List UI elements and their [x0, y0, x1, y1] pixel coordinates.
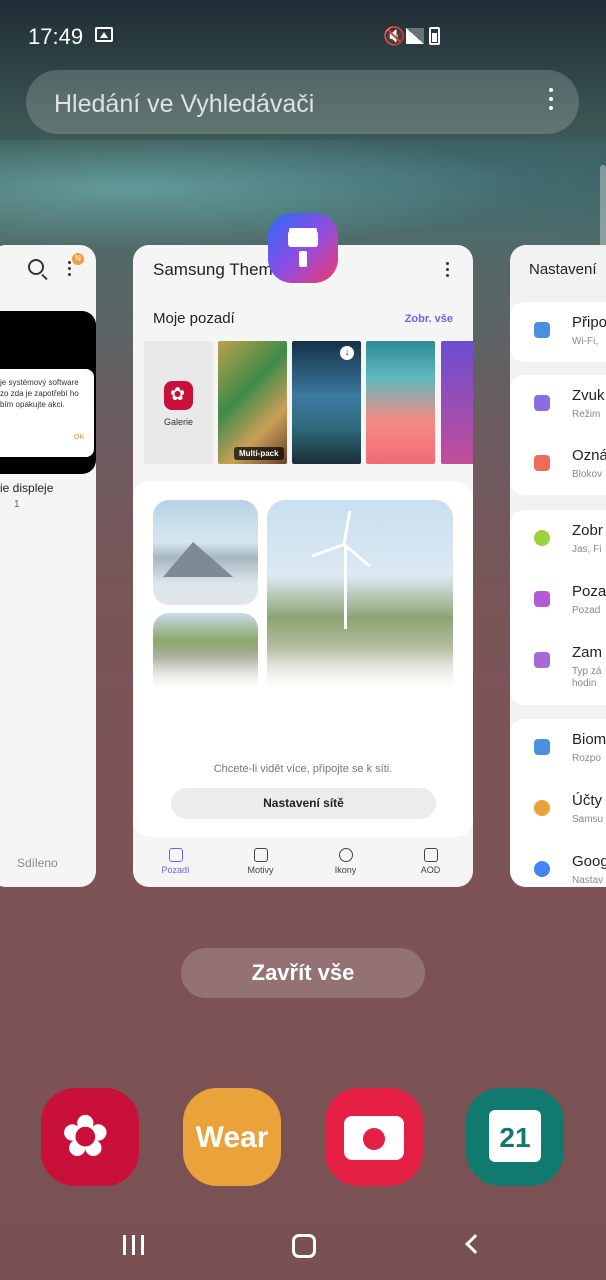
- multipack-badge: Multi-pack: [234, 447, 284, 460]
- google-icon: [534, 861, 550, 877]
- left-card-footer: Sdíleno: [17, 856, 58, 870]
- more-options-icon[interactable]: [446, 262, 449, 280]
- notification-badge: N: [72, 253, 84, 265]
- search-placeholder: Hledání ve Vyhledávači: [54, 90, 315, 118]
- close-all-button[interactable]: Zavřít vše: [181, 948, 425, 998]
- settings-row-accounts[interactable]: Účty Samsu: [510, 780, 606, 840]
- settings-row-wallpapers[interactable]: Poza Pozad: [510, 571, 606, 631]
- wifi-icon: [534, 322, 550, 338]
- wallpaper-thumb[interactable]: ↓: [292, 341, 361, 464]
- sound-icon: [534, 395, 550, 411]
- search-bar[interactable]: Hledání ve Vyhledávači: [26, 70, 579, 134]
- tab-icons[interactable]: Ikony: [303, 842, 388, 887]
- wallpaper-thumb[interactable]: Multi-pack: [218, 341, 287, 464]
- gallery-app-icon[interactable]: ✿: [41, 1088, 139, 1186]
- wallpaper-strip: Galerie Multi-pack ↓: [144, 341, 473, 464]
- shield-icon: [534, 739, 550, 755]
- calendar-app-icon[interactable]: 21: [466, 1088, 564, 1186]
- network-settings-button[interactable]: Nastavení sítě: [171, 788, 436, 819]
- gallery-icon: [164, 381, 193, 410]
- key-icon: [534, 800, 550, 816]
- image-notification-icon: [95, 27, 113, 42]
- image-fade: [133, 645, 473, 705]
- gallery-thumb[interactable]: Galerie: [144, 341, 213, 464]
- samsung-themes-app-icon[interactable]: [268, 213, 338, 283]
- camera-icon: [344, 1116, 404, 1160]
- search-icon[interactable]: [28, 259, 44, 275]
- left-card-subtitle: 1: [14, 499, 20, 510]
- mute-icon: 🔇: [383, 26, 406, 46]
- signal-icon: [406, 28, 424, 44]
- screen-recorder-app-icon[interactable]: [325, 1088, 423, 1186]
- home-icon[interactable]: [292, 1234, 316, 1258]
- display-icon: [534, 530, 550, 546]
- search-more-icon[interactable]: [549, 88, 553, 114]
- settings-row-google[interactable]: Goog Nastav: [510, 841, 606, 887]
- settings-row-lock-screen[interactable]: Zam Typ zá hodin: [510, 632, 606, 692]
- aod-icon: [423, 848, 438, 862]
- settings-title: Nastavení: [529, 261, 597, 278]
- wallpaper-icon: [168, 848, 183, 862]
- offline-message: Chcete-li vidět více, připojte se k síti…: [213, 763, 393, 775]
- section-title: Moje pozadí: [153, 310, 235, 327]
- theme-brush-icon: [253, 848, 268, 862]
- app-dock: ✿ Wear 21: [0, 1088, 606, 1188]
- app-title: Samsung Them: [153, 260, 273, 279]
- dialog-preview: je systémový software zo zda je zapotřeb…: [0, 369, 94, 457]
- windmill-tower: [344, 545, 347, 629]
- wear-app-icon[interactable]: Wear: [183, 1088, 281, 1186]
- back-icon[interactable]: [465, 1234, 485, 1254]
- download-icon[interactable]: ↓: [340, 346, 354, 360]
- settings-row-sound[interactable]: Zvuk Režim: [510, 375, 606, 435]
- mountain-image: [153, 500, 258, 605]
- settings-row-biometrics[interactable]: Biom Rozpo: [510, 719, 606, 779]
- left-card-title: ie displeje: [0, 481, 54, 495]
- more-options-icon[interactable]: [68, 261, 71, 279]
- gallery-label: Galerie: [163, 417, 193, 427]
- battery-icon: [429, 27, 440, 45]
- recent-app-card-left[interactable]: N je systémový software zo zda je zapotř…: [0, 245, 96, 887]
- view-all-link[interactable]: Zobr. vše: [405, 313, 453, 325]
- icons-icon: [338, 848, 353, 862]
- recent-apps-icon[interactable]: [123, 1235, 145, 1255]
- recent-app-card-samsung-themes[interactable]: Samsung Them Moje pozadí Zobr. vše Galer…: [133, 245, 473, 887]
- settings-row-notifications[interactable]: Ozná Blokov: [510, 435, 606, 495]
- navigation-bar: [0, 1215, 606, 1275]
- wallpaper-brush-icon: [534, 591, 550, 607]
- tab-wallpapers[interactable]: Pozadí: [133, 842, 218, 887]
- wallpaper-thumb[interactable]: [441, 341, 473, 464]
- tab-aod[interactable]: AOD: [388, 842, 473, 887]
- lock-screen-icon: [534, 652, 550, 668]
- status-time: 17:49: [28, 24, 84, 49]
- status-bar: 17:49 🔇: [0, 0, 606, 70]
- settings-row-display[interactable]: Zobr Jas, Fi: [510, 510, 606, 570]
- settings-row-connections[interactable]: Připo Wi-Fi,: [510, 302, 606, 362]
- tab-themes[interactable]: Motivy: [218, 842, 303, 887]
- notification-icon: [534, 455, 550, 471]
- recent-app-card-settings[interactable]: Nastavení Připo Wi-Fi, Zvuk Režim Ozná B…: [510, 245, 606, 887]
- bottom-tabs: Pozadí Motivy Ikony AOD: [133, 842, 473, 887]
- dialog-ok: OK: [73, 434, 84, 441]
- wallpaper-thumb[interactable]: [366, 341, 435, 464]
- dialog-text: je systémový software zo zda je zapotřeb…: [0, 378, 79, 409]
